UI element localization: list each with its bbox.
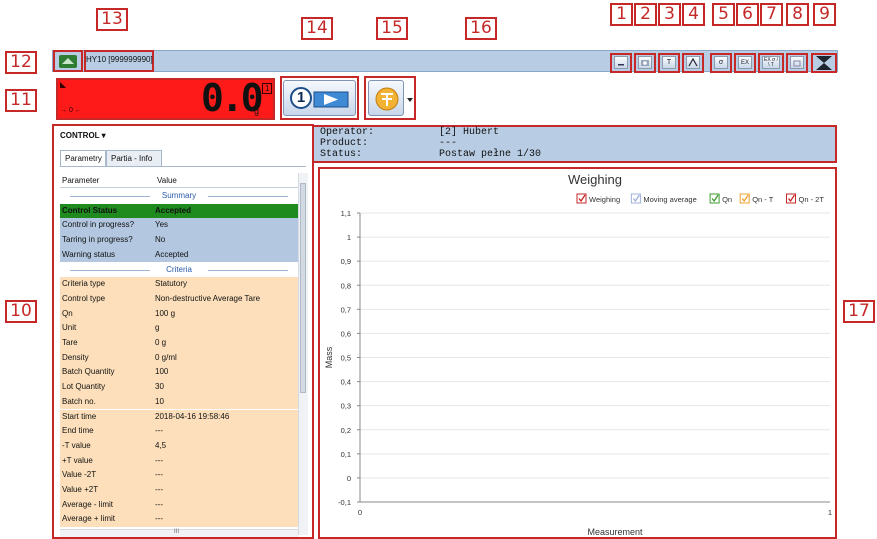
legend-label: Qn - 2T bbox=[799, 195, 825, 204]
y-tick-label: 0,2 bbox=[341, 426, 351, 435]
y-tick-label: 0,6 bbox=[341, 329, 351, 338]
callout-9: 9 bbox=[813, 3, 836, 26]
range-indicator: 1 bbox=[262, 83, 273, 94]
callout-5: 5 bbox=[712, 3, 735, 26]
minimize-window-icon[interactable] bbox=[614, 56, 628, 69]
callout-8: 8 bbox=[786, 3, 809, 26]
callout-15: 15 bbox=[376, 17, 408, 40]
x-tick-label: 1 bbox=[828, 508, 832, 517]
y-tick-label: 0,8 bbox=[341, 281, 351, 290]
callout-16: 16 bbox=[465, 17, 497, 40]
start-number-badge: 1 bbox=[290, 87, 312, 109]
legend-label: Qn - T bbox=[752, 195, 774, 204]
close-window-icon[interactable] bbox=[815, 55, 833, 71]
y-tick-label: 1 bbox=[347, 233, 351, 242]
y-tick-label: 0,4 bbox=[341, 378, 351, 387]
legend-label: Weighing bbox=[589, 195, 620, 204]
callout-7: 7 bbox=[760, 3, 783, 26]
device-label: HY10 [999999990] bbox=[86, 55, 153, 64]
callout-1: 1 bbox=[610, 3, 633, 26]
camera-icon[interactable] bbox=[638, 56, 652, 69]
y-tick-label: 0 bbox=[347, 474, 351, 483]
callout-10-frame bbox=[52, 124, 314, 539]
status-value: Postaw pełne 1/30 bbox=[439, 149, 542, 160]
product-label: Product: bbox=[320, 138, 369, 149]
chart-title: Weighing bbox=[568, 172, 622, 187]
legend-label: Qn bbox=[722, 195, 732, 204]
callout-17: 17 bbox=[843, 300, 875, 323]
callout-2: 2 bbox=[634, 3, 657, 26]
callout-6: 6 bbox=[736, 3, 759, 26]
y-tick-label: 0,3 bbox=[341, 402, 351, 411]
operator-label: Operator: bbox=[320, 127, 375, 138]
start-weighing-button[interactable]: 1 bbox=[283, 80, 356, 116]
weighing-display: ◣ → 0 ← 0.0 1 g bbox=[56, 76, 275, 120]
chevron-down-icon[interactable] bbox=[407, 95, 413, 102]
callout-4: 4 bbox=[682, 3, 705, 26]
callout-14: 14 bbox=[301, 17, 333, 40]
info-panel: Operator: [2] Hubert Product: --- Status… bbox=[312, 125, 837, 163]
tare-icon[interactable]: T bbox=[662, 56, 676, 69]
ex-sigma-icon[interactable]: EX σ / \ T bbox=[762, 56, 780, 69]
legend-label: Moving average bbox=[643, 195, 696, 204]
y-tick-label: 0,7 bbox=[341, 305, 351, 314]
x-tick-label: 0 bbox=[358, 508, 362, 517]
callout-3: 3 bbox=[658, 3, 681, 26]
app-logo-icon[interactable] bbox=[58, 54, 78, 69]
callout-13: 13 bbox=[96, 8, 128, 31]
chart-svg: Weighing Weighing Moving average Qn Qn - T Qn… bbox=[324, 172, 832, 537]
sigma-icon[interactable]: σ bbox=[714, 56, 728, 69]
function-menu-button[interactable] bbox=[368, 80, 404, 116]
y-tick-label: 1,1 bbox=[341, 209, 351, 218]
zero-indicator: → 0 ← bbox=[60, 107, 82, 114]
ex-icon[interactable]: EX bbox=[738, 56, 752, 69]
operator-value: [2] Hubert bbox=[439, 127, 500, 138]
x-axis-label: Measurement bbox=[587, 527, 643, 537]
y-tick-label: 0,5 bbox=[341, 354, 351, 363]
callout-10: 10 bbox=[5, 300, 37, 323]
weighing-chart: Weighing Weighing Moving average Qn Qn - T Qn… bbox=[318, 167, 837, 539]
weight-unit: g bbox=[254, 106, 260, 116]
status-label: Status: bbox=[320, 149, 363, 160]
y-tick-label: 0,1 bbox=[341, 450, 351, 459]
peak-icon[interactable] bbox=[686, 56, 700, 69]
product-value: --- bbox=[439, 138, 458, 149]
callout-11: 11 bbox=[5, 89, 37, 112]
restore-window-icon[interactable] bbox=[790, 56, 804, 69]
y-tick-label: 0,9 bbox=[341, 257, 351, 266]
callout-12: 12 bbox=[5, 51, 37, 74]
weight-value: 0.0 bbox=[201, 76, 264, 120]
y-tick-label: -0,1 bbox=[338, 498, 351, 507]
y-axis-label: Mass bbox=[324, 346, 334, 368]
stable-indicator-icon: ◣ bbox=[60, 80, 67, 89]
